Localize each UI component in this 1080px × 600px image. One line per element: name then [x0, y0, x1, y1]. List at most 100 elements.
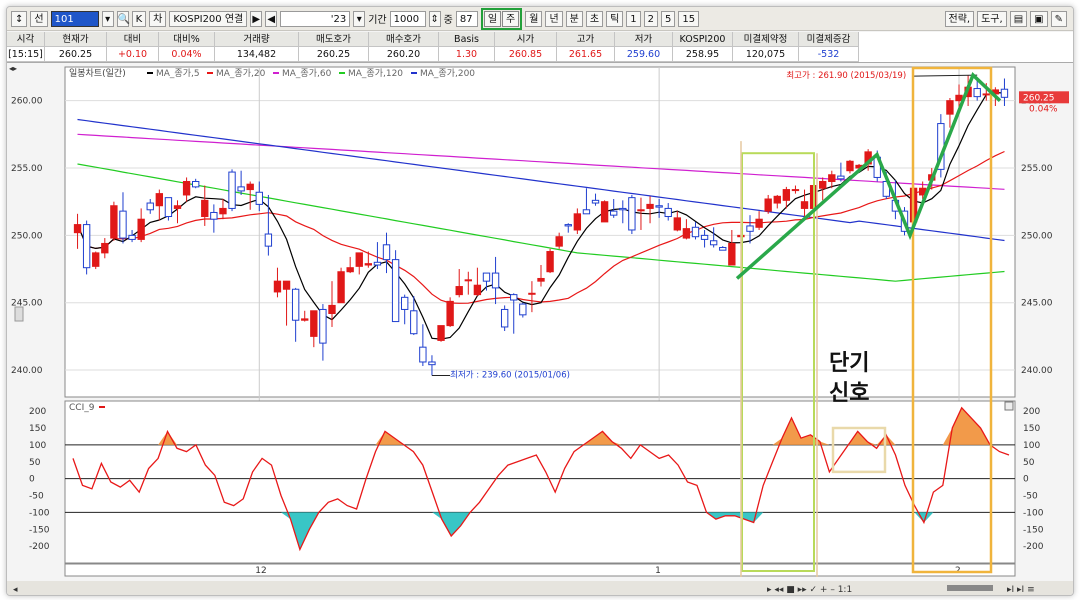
date-dropdown-icon[interactable]: ▾ [353, 10, 366, 27]
candle-body [110, 205, 118, 239]
price-tick-right: 245.00 [1021, 299, 1053, 309]
unit-month[interactable]: 월 [525, 10, 543, 27]
candle-body [846, 160, 854, 172]
k-button[interactable]: K [131, 10, 147, 27]
unit-5[interactable]: 5 [661, 10, 676, 27]
candle [337, 267, 345, 304]
strategy-button[interactable]: 전략, [944, 10, 975, 27]
period-label: 기간 [368, 15, 387, 26]
candle-body [837, 175, 845, 180]
candle-body [382, 244, 391, 261]
candle [546, 248, 554, 274]
candle-body [691, 226, 700, 238]
play-icon[interactable]: ▶ [250, 10, 263, 27]
unit-2[interactable]: 2 [643, 10, 659, 27]
candle-body [600, 201, 609, 223]
save-icon[interactable]: ▣ [1030, 10, 1048, 27]
candle [391, 250, 400, 323]
current-price-label: 260.25 [1023, 93, 1055, 103]
quote-value-0: [15:15] [7, 47, 45, 62]
cci-tick-left: -100 [29, 508, 50, 518]
candle-body [646, 203, 654, 209]
unit-1[interactable]: 1 [626, 10, 641, 27]
candle-body [337, 271, 345, 304]
candle-body [473, 284, 482, 296]
cci-tick-right: 0 [1023, 475, 1029, 485]
legend-label-4: MA_종가,200 [420, 68, 475, 79]
candle [82, 220, 91, 275]
quote-header-row: 시각 현재가 대비 대비% 거래량 매도호가 매수호가 Basis 시가 고가 저가 KOSPI200… [7, 32, 1073, 47]
unit-minute[interactable]: 분 [565, 10, 583, 27]
cci-tick-right: -50 [1023, 492, 1038, 502]
candle-body [301, 318, 309, 321]
type-button[interactable]: 선 [30, 10, 48, 27]
tool-button[interactable]: 도구, [977, 10, 1007, 27]
candle-body [464, 279, 472, 282]
chart-svg[interactable]: 260.00260.00255.00255.00250.00250.00245.… [7, 63, 1073, 595]
candle-body [619, 207, 627, 211]
date-input[interactable]: '23 [280, 10, 351, 27]
price-tick-left: 255.00 [11, 164, 43, 174]
candle-body [773, 195, 781, 204]
candle-body [401, 296, 409, 310]
search-icon[interactable]: 🔍 [116, 10, 130, 27]
quote-value-13: -532 [799, 47, 859, 62]
candle-body [391, 259, 400, 323]
candle-body [519, 303, 527, 316]
low-price-label: 최저가 : 239.60 (2015/01/06) [450, 369, 570, 380]
candle-body [700, 234, 709, 240]
period-spin-icon[interactable]: ⇕ [428, 10, 441, 27]
candle-body [564, 224, 572, 227]
candle-body [191, 180, 200, 188]
cci-tick-left: -50 [29, 492, 44, 502]
unit-tick[interactable]: 틱 [606, 10, 624, 27]
chart-area[interactable]: 260.00260.00255.00255.00250.00250.00245.… [7, 63, 1073, 595]
panel-toggle-icon: ◂▸ [9, 64, 17, 73]
candle-body [828, 174, 836, 182]
code-input[interactable]: 101 [50, 10, 99, 27]
quote-header-7: Basis [439, 32, 495, 47]
cci-panel [64, 400, 1016, 564]
chart-button[interactable]: 차 [149, 10, 167, 27]
candle-body [137, 218, 145, 240]
back-icon[interactable]: ◀ [265, 10, 278, 27]
period-input[interactable]: 1000 [389, 10, 426, 27]
candle-body [291, 288, 300, 321]
unit-second[interactable]: 초 [585, 10, 604, 27]
quote-header-4: 거래량 [215, 32, 299, 47]
order-icon[interactable]: ↕ [11, 10, 28, 27]
code-dropdown-icon[interactable]: ▾ [101, 10, 114, 27]
price-tick-right: 250.00 [1021, 231, 1053, 241]
unit-week[interactable]: 주 [502, 10, 520, 27]
candle-body [728, 242, 736, 266]
quote-value-5: 260.25 [299, 47, 369, 62]
candle-body [373, 261, 382, 266]
candle-body [328, 304, 336, 314]
print-icon[interactable]: ▤ [1009, 10, 1028, 27]
quote-header-8: 시가 [495, 32, 557, 47]
candle-body [673, 217, 681, 231]
candle-body [255, 191, 263, 205]
candle-body [528, 292, 536, 295]
price-tick-left: 240.00 [11, 366, 43, 376]
scroll-controls-icon: ▸ ◂◂ ■ ▸▸ ✓ + – 1:1 [767, 585, 852, 595]
unit-day[interactable]: 일 [483, 10, 502, 27]
cci-tick-left: 50 [29, 458, 41, 468]
candle [437, 325, 445, 342]
wrench-icon[interactable]: ✎ [1050, 10, 1067, 27]
unit-15[interactable]: 15 [678, 10, 700, 27]
candle-body [119, 210, 127, 239]
candle-body [146, 202, 154, 211]
quote-header-10: 저가 [615, 32, 673, 47]
candle-body [128, 234, 136, 240]
quote-header-1: 현재가 [45, 32, 107, 47]
price-panel [64, 66, 1016, 398]
candle-body [201, 199, 209, 218]
panel-maximize-icon [1004, 401, 1014, 411]
date-value: '23 [330, 13, 347, 25]
bottom-scrollbar [7, 581, 1073, 595]
candle [937, 114, 945, 178]
count-input[interactable]: 87 [455, 10, 478, 27]
unit-year[interactable]: 년 [545, 10, 563, 27]
product-name: KOSPI200 연결 [169, 10, 248, 27]
